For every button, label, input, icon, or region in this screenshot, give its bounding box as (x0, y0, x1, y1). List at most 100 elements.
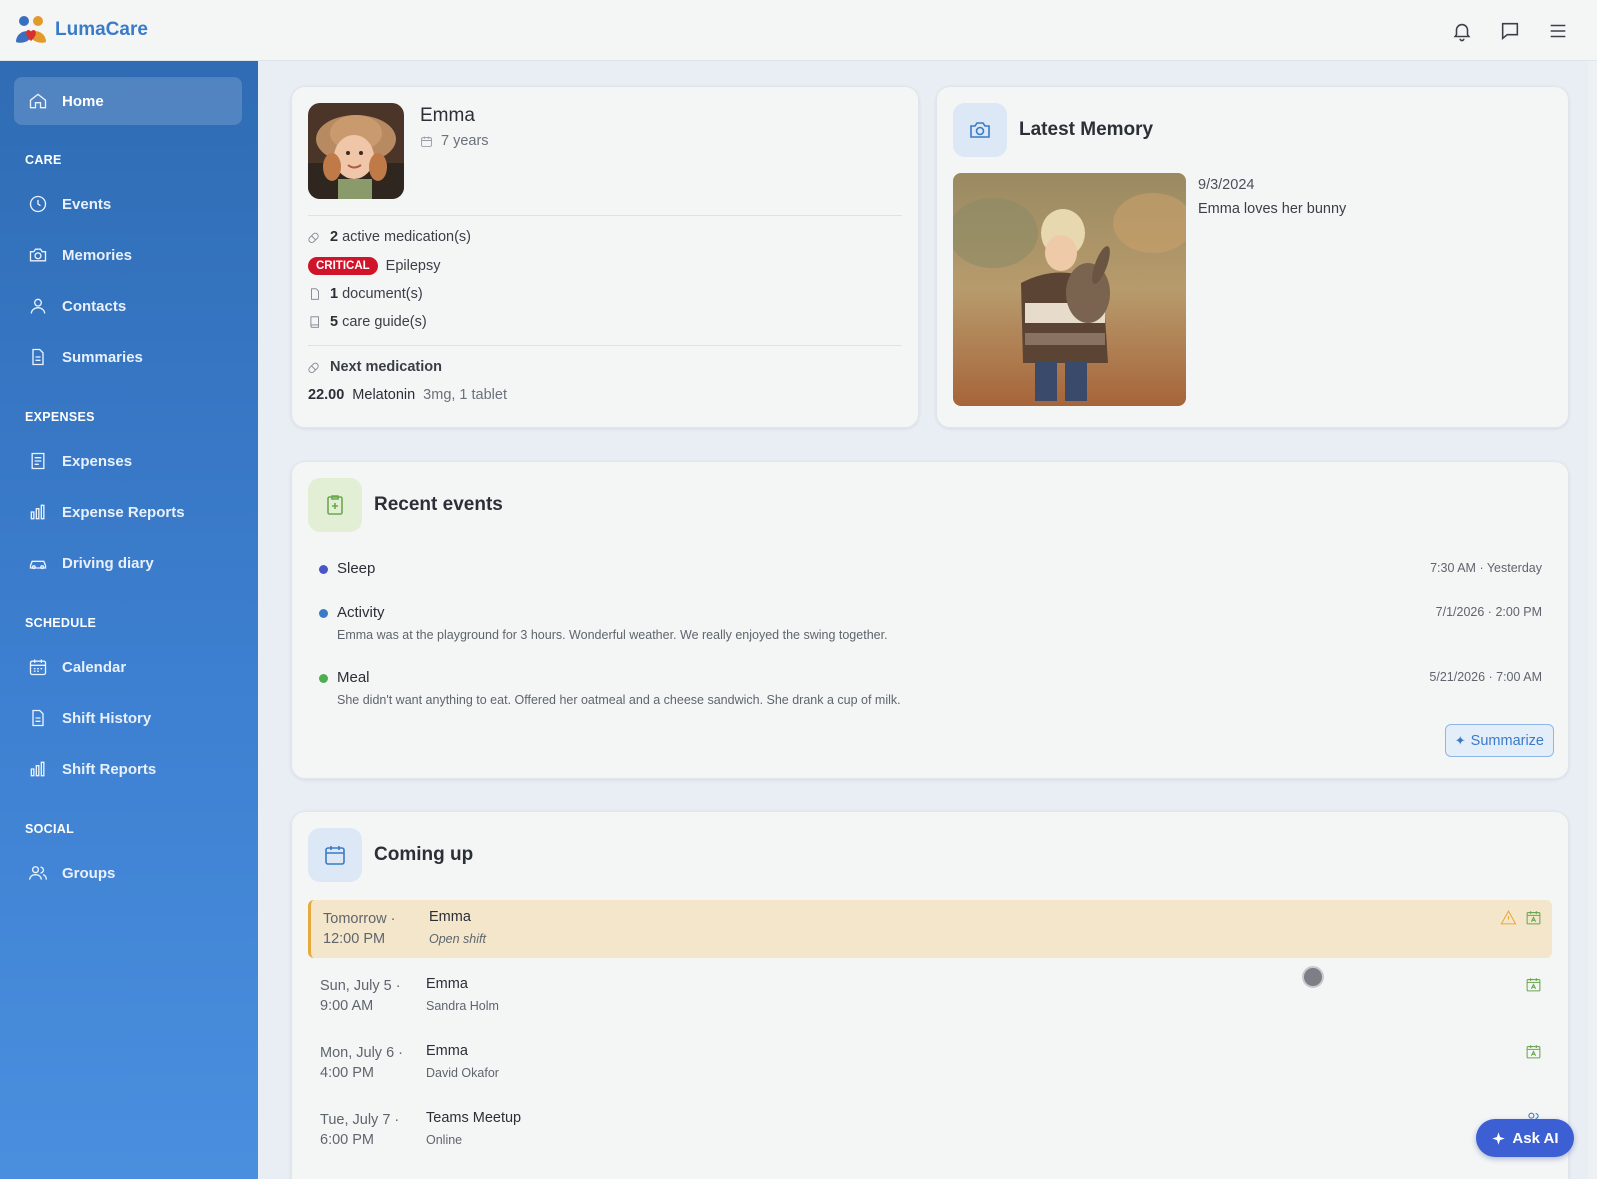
camera-icon (970, 122, 990, 138)
people-icon (29, 866, 47, 880)
event-dot (319, 674, 328, 683)
upcoming-time: 9:00 AM (320, 998, 374, 1014)
sidebar-item-driving-diary[interactable]: Driving diary (14, 539, 242, 587)
care-guides-row[interactable]: 5 care guide(s) (308, 314, 427, 330)
documents-row[interactable]: 1 document(s) (308, 286, 423, 302)
sidebar-item-groups[interactable]: Groups (14, 849, 242, 897)
document-icon (311, 288, 319, 300)
upcoming-date: Tue, July 7 · (320, 1112, 400, 1128)
events-icon-tile (308, 478, 362, 532)
document-icon (32, 348, 44, 366)
sidebar-item-expense-reports[interactable]: Expense Reports (14, 488, 242, 536)
upcoming-item[interactable]: Sun, July 5 · 9:00 AM Emma Sandra Holm (308, 967, 1552, 1025)
event-title: Activity (337, 604, 385, 621)
age-text: 7 years (441, 133, 489, 149)
sparkle-icon (1492, 1131, 1506, 1145)
section-expenses: EXPENSES (25, 410, 95, 424)
upcoming-title: Emma (426, 976, 468, 992)
memory-caption: Emma loves her bunny (1198, 201, 1347, 217)
camera-icon (29, 248, 47, 262)
upcoming-item[interactable]: Mon, July 6 · 4:00 PM Emma David Okafor (308, 1034, 1552, 1092)
ask-ai-button[interactable]: Ask AI (1476, 1119, 1574, 1157)
bar-chart-icon (30, 761, 45, 777)
child-portrait-image (308, 103, 404, 199)
brand[interactable]: LumaCare (13, 12, 148, 48)
warning-icon[interactable] (1500, 909, 1517, 926)
sidebar-item-label: Shift Reports (62, 760, 157, 778)
upcoming-time: 4:00 PM (320, 1065, 374, 1081)
sidebar-item-summaries[interactable]: Summaries (14, 333, 242, 381)
coming-up-title: Coming up (374, 844, 474, 865)
sidebar-item-label: Expense Reports (62, 503, 185, 521)
section-schedule: SCHEDULE (25, 616, 97, 630)
memory-date: 9/3/2024 (1198, 177, 1255, 193)
event-dot (319, 565, 328, 574)
sidebar-item-label: Groups (62, 864, 116, 882)
sidebar-item-label: Memories (62, 246, 133, 264)
profile-card[interactable]: Emma 7 years 2 active medication(s) CRIT… (291, 86, 919, 428)
recent-events-title: Recent events (374, 494, 503, 515)
event-time: 5/21/2026 · 7:00 AM (1429, 670, 1542, 684)
shift-calendar-icon[interactable] (1525, 976, 1542, 993)
condition-text: Epilepsy (385, 258, 441, 274)
summarize-button[interactable]: ✦ Summarize (1444, 724, 1554, 757)
coming-up-icon-tile (308, 828, 362, 882)
upcoming-item[interactable]: Tue, July 7 · 6:00 PM Teams Meetup Onlin… (308, 1101, 1552, 1159)
condition-row[interactable]: CRITICAL Epilepsy (308, 257, 440, 275)
upcoming-item[interactable]: Tomorrow · 12:00 PM Emma Open shift (308, 900, 1552, 958)
next-medication-header: Next medication (308, 359, 442, 375)
sidebar-item-contacts[interactable]: Contacts (14, 282, 242, 330)
lumacare-logo-icon (16, 16, 46, 43)
page-scrollbar[interactable] (1588, 61, 1597, 1179)
divider (308, 345, 902, 346)
upcoming-subtitle: Open shift (429, 932, 486, 946)
clock-icon (29, 195, 47, 213)
medications-row[interactable]: 2 active medication(s) (308, 229, 471, 245)
messages-button[interactable] (1493, 14, 1527, 48)
upcoming-when: Tue, July 7 · 6:00 PM (320, 1110, 399, 1150)
event-description: Emma was at the playground for 3 hours. … (337, 628, 888, 642)
car-icon (29, 560, 47, 570)
top-bar: LumaCare (0, 0, 1597, 61)
sidebar-item-label: Events (62, 195, 112, 213)
sidebar-item-label: Summaries (62, 348, 143, 366)
pill-icon (308, 362, 319, 373)
bar-chart-icon (30, 504, 45, 520)
next-medication-row[interactable]: 22.00 Melatonin 3mg, 1 tablet (308, 387, 507, 403)
medications-count: 2 (330, 229, 339, 245)
home-icon (29, 93, 47, 109)
sidebar-item-shift-history[interactable]: Shift History (14, 694, 242, 742)
recent-events-card: Recent events Sleep 7:30 AM · Yesterday … (291, 461, 1569, 779)
upcoming-title: Emma (426, 1043, 468, 1059)
memory-photo[interactable] (953, 173, 1186, 406)
section-social: SOCIAL (25, 822, 75, 836)
upcoming-subtitle: Online (426, 1133, 463, 1147)
sidebar-item-memories[interactable]: Memories (14, 231, 242, 279)
sidebar-item-events[interactable]: Events (14, 180, 242, 228)
next-medication-label: Next medication (330, 359, 442, 375)
sidebar: Home CARE Events Memories Contacts Summa… (0, 61, 258, 1179)
sidebar-item-label: Home (62, 92, 104, 110)
sidebar-item-label: Contacts (62, 297, 127, 315)
profile-name: Emma (420, 105, 475, 126)
summarize-label: Summarize (1470, 732, 1544, 749)
latest-memory-card[interactable]: Latest Memory 9/3/2024 Emma loves her bu… (936, 86, 1569, 428)
menu-button[interactable] (1541, 14, 1575, 48)
memory-title: Latest Memory (1019, 119, 1154, 140)
event-time: 7/1/2026 · 2:00 PM (1435, 605, 1542, 619)
upcoming-time: 6:00 PM (320, 1132, 374, 1148)
pill-icon (308, 232, 319, 243)
shift-calendar-icon[interactable] (1525, 909, 1542, 926)
upcoming-time: 12:00 PM (323, 931, 386, 947)
sidebar-item-home[interactable]: Home (14, 77, 242, 125)
shift-calendar-icon[interactable] (1525, 1043, 1542, 1060)
menu-icon (1550, 24, 1566, 38)
sidebar-item-label: Calendar (62, 658, 127, 676)
mouse-cursor-indicator (1302, 966, 1324, 988)
sidebar-item-label: Shift History (62, 709, 152, 727)
book-icon (310, 316, 319, 328)
sidebar-item-shift-reports[interactable]: Shift Reports (14, 745, 242, 793)
sidebar-item-expenses[interactable]: Expenses (14, 437, 242, 485)
notifications-button[interactable] (1445, 14, 1479, 48)
sidebar-item-calendar[interactable]: Calendar (14, 643, 242, 691)
